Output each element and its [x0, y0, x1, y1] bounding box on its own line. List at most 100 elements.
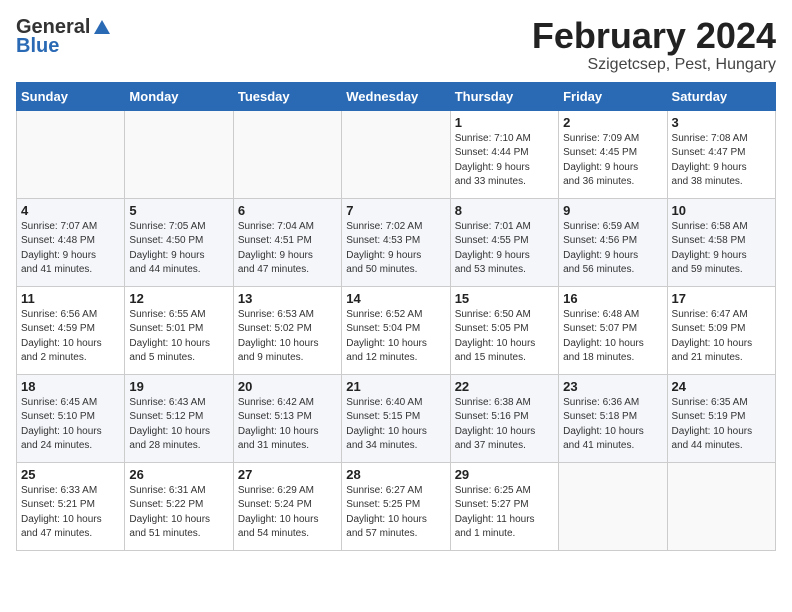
- calendar-cell: 21 Sunrise: 6:40 AM Sunset: 5:15 PM Dayli…: [342, 374, 450, 462]
- location-subtitle: Szigetcsep, Pest, Hungary: [532, 56, 776, 74]
- calendar-cell: 19Sunrise: 6:43 AM Sunset: 5:12 PM Dayli…: [125, 374, 233, 462]
- logo-blue-text: Blue: [16, 35, 59, 58]
- day-number: 28: [346, 467, 445, 482]
- day-number: 10: [672, 203, 771, 218]
- day-number: 2: [563, 115, 662, 130]
- calendar-cell: 23 Sunrise: 6:36 AM Sunset: 5:18 PM Dayli…: [559, 374, 667, 462]
- calendar-cell: 25 Sunrise: 6:33 AM Sunset: 5:21 PM Dayli…: [17, 462, 125, 550]
- day-info: Sunrise: 6:27 AM Sunset: 5:25 PM Dayligh…: [346, 484, 445, 542]
- calendar-cell: 9Sunrise: 6:59 AM Sunset: 4:56 PM Daylig…: [559, 198, 667, 286]
- weekday-header-friday: Friday: [559, 82, 667, 110]
- day-number: 6: [238, 203, 337, 218]
- calendar-cell: [667, 462, 775, 550]
- calendar-cell: 12 Sunrise: 6:55 AM Sunset: 5:01 PM Dayli…: [125, 286, 233, 374]
- calendar-cell: 14 Sunrise: 6:52 AM Sunset: 5:04 PM Dayli…: [342, 286, 450, 374]
- day-number: 16: [563, 291, 662, 306]
- calendar-cell: 8 Sunrise: 7:01 AM Sunset: 4:55 PM Daylig…: [450, 198, 558, 286]
- calendar-week-row: 11Sunrise: 6:56 AM Sunset: 4:59 PM Dayli…: [17, 286, 776, 374]
- weekday-header-wednesday: Wednesday: [342, 82, 450, 110]
- day-info: Sunrise: 7:07 AM Sunset: 4:48 PM Dayligh…: [21, 220, 120, 278]
- day-info: Sunrise: 6:29 AM Sunset: 5:24 PM Dayligh…: [238, 484, 337, 542]
- day-info: Sunrise: 6:45 AM Sunset: 5:10 PM Dayligh…: [21, 396, 120, 454]
- day-info: Sunrise: 6:35 AM Sunset: 5:19 PM Dayligh…: [672, 396, 771, 454]
- day-number: 15: [455, 291, 554, 306]
- calendar-cell: 1 Sunrise: 7:10 AM Sunset: 4:44 PM Daylig…: [450, 110, 558, 198]
- calendar-cell: 20 Sunrise: 6:42 AM Sunset: 5:13 PM Dayli…: [233, 374, 341, 462]
- calendar-cell: [125, 110, 233, 198]
- weekday-header-thursday: Thursday: [450, 82, 558, 110]
- calendar-cell: 24 Sunrise: 6:35 AM Sunset: 5:19 PM Dayli…: [667, 374, 775, 462]
- calendar-cell: 29Sunrise: 6:25 AM Sunset: 5:27 PM Dayli…: [450, 462, 558, 550]
- day-info: Sunrise: 6:52 AM Sunset: 5:04 PM Dayligh…: [346, 308, 445, 366]
- day-info: Sunrise: 6:43 AM Sunset: 5:12 PM Dayligh…: [129, 396, 228, 454]
- day-number: 18: [21, 379, 120, 394]
- day-info: Sunrise: 7:08 AM Sunset: 4:47 PM Dayligh…: [672, 132, 771, 190]
- calendar-table: SundayMondayTuesdayWednesdayThursdayFrid…: [16, 82, 776, 551]
- calendar-cell: 7 Sunrise: 7:02 AM Sunset: 4:53 PM Daylig…: [342, 198, 450, 286]
- day-info: Sunrise: 7:05 AM Sunset: 4:50 PM Dayligh…: [129, 220, 228, 278]
- day-info: Sunrise: 6:48 AM Sunset: 5:07 PM Dayligh…: [563, 308, 662, 366]
- day-info: Sunrise: 7:10 AM Sunset: 4:44 PM Dayligh…: [455, 132, 554, 190]
- page-header: General Blue February 2024 Szigetcsep, P…: [16, 16, 776, 74]
- day-info: Sunrise: 6:58 AM Sunset: 4:58 PM Dayligh…: [672, 220, 771, 278]
- day-number: 24: [672, 379, 771, 394]
- weekday-header-sunday: Sunday: [17, 82, 125, 110]
- calendar-week-row: 18 Sunrise: 6:45 AM Sunset: 5:10 PM Dayli…: [17, 374, 776, 462]
- calendar-cell: 17Sunrise: 6:47 AM Sunset: 5:09 PM Dayli…: [667, 286, 775, 374]
- day-info: Sunrise: 7:02 AM Sunset: 4:53 PM Dayligh…: [346, 220, 445, 278]
- day-info: Sunrise: 6:56 AM Sunset: 4:59 PM Dayligh…: [21, 308, 120, 366]
- calendar-week-row: 4 Sunrise: 7:07 AM Sunset: 4:48 PM Daylig…: [17, 198, 776, 286]
- calendar-cell: 10 Sunrise: 6:58 AM Sunset: 4:58 PM Dayli…: [667, 198, 775, 286]
- calendar-cell: 16 Sunrise: 6:48 AM Sunset: 5:07 PM Dayli…: [559, 286, 667, 374]
- day-number: 27: [238, 467, 337, 482]
- calendar-week-row: 25 Sunrise: 6:33 AM Sunset: 5:21 PM Dayli…: [17, 462, 776, 550]
- day-number: 25: [21, 467, 120, 482]
- day-info: Sunrise: 6:47 AM Sunset: 5:09 PM Dayligh…: [672, 308, 771, 366]
- weekday-header-tuesday: Tuesday: [233, 82, 341, 110]
- calendar-cell: 28 Sunrise: 6:27 AM Sunset: 5:25 PM Dayli…: [342, 462, 450, 550]
- calendar-cell: 6Sunrise: 7:04 AM Sunset: 4:51 PM Daylig…: [233, 198, 341, 286]
- calendar-cell: [233, 110, 341, 198]
- calendar-cell: [342, 110, 450, 198]
- day-number: 22: [455, 379, 554, 394]
- calendar-cell: [17, 110, 125, 198]
- day-info: Sunrise: 6:38 AM Sunset: 5:16 PM Dayligh…: [455, 396, 554, 454]
- calendar-cell: 5 Sunrise: 7:05 AM Sunset: 4:50 PM Daylig…: [125, 198, 233, 286]
- day-number: 7: [346, 203, 445, 218]
- calendar-cell: 15Sunrise: 6:50 AM Sunset: 5:05 PM Dayli…: [450, 286, 558, 374]
- day-info: Sunrise: 6:33 AM Sunset: 5:21 PM Dayligh…: [21, 484, 120, 542]
- day-number: 21: [346, 379, 445, 394]
- day-info: Sunrise: 6:55 AM Sunset: 5:01 PM Dayligh…: [129, 308, 228, 366]
- day-number: 4: [21, 203, 120, 218]
- calendar-cell: 22 Sunrise: 6:38 AM Sunset: 5:16 PM Dayli…: [450, 374, 558, 462]
- day-info: Sunrise: 7:01 AM Sunset: 4:55 PM Dayligh…: [455, 220, 554, 278]
- weekday-header-saturday: Saturday: [667, 82, 775, 110]
- calendar-cell: 27 Sunrise: 6:29 AM Sunset: 5:24 PM Dayli…: [233, 462, 341, 550]
- day-number: 12: [129, 291, 228, 306]
- day-number: 9: [563, 203, 662, 218]
- day-number: 23: [563, 379, 662, 394]
- calendar-cell: 18 Sunrise: 6:45 AM Sunset: 5:10 PM Dayli…: [17, 374, 125, 462]
- day-number: 13: [238, 291, 337, 306]
- day-number: 20: [238, 379, 337, 394]
- calendar-cell: 26 Sunrise: 6:31 AM Sunset: 5:22 PM Dayli…: [125, 462, 233, 550]
- day-info: Sunrise: 6:42 AM Sunset: 5:13 PM Dayligh…: [238, 396, 337, 454]
- day-info: Sunrise: 6:36 AM Sunset: 5:18 PM Dayligh…: [563, 396, 662, 454]
- day-number: 26: [129, 467, 228, 482]
- calendar-week-row: 1 Sunrise: 7:10 AM Sunset: 4:44 PM Daylig…: [17, 110, 776, 198]
- calendar-cell: 13Sunrise: 6:53 AM Sunset: 5:02 PM Dayli…: [233, 286, 341, 374]
- day-number: 5: [129, 203, 228, 218]
- day-info: Sunrise: 6:40 AM Sunset: 5:15 PM Dayligh…: [346, 396, 445, 454]
- calendar-cell: [559, 462, 667, 550]
- calendar-cell: 2 Sunrise: 7:09 AM Sunset: 4:45 PM Daylig…: [559, 110, 667, 198]
- day-number: 1: [455, 115, 554, 130]
- weekday-header-monday: Monday: [125, 82, 233, 110]
- month-title: February 2024: [532, 16, 776, 56]
- calendar-cell: 11Sunrise: 6:56 AM Sunset: 4:59 PM Dayli…: [17, 286, 125, 374]
- day-number: 29: [455, 467, 554, 482]
- day-number: 14: [346, 291, 445, 306]
- day-number: 3: [672, 115, 771, 130]
- day-info: Sunrise: 6:31 AM Sunset: 5:22 PM Dayligh…: [129, 484, 228, 542]
- day-number: 8: [455, 203, 554, 218]
- day-info: Sunrise: 7:09 AM Sunset: 4:45 PM Dayligh…: [563, 132, 662, 190]
